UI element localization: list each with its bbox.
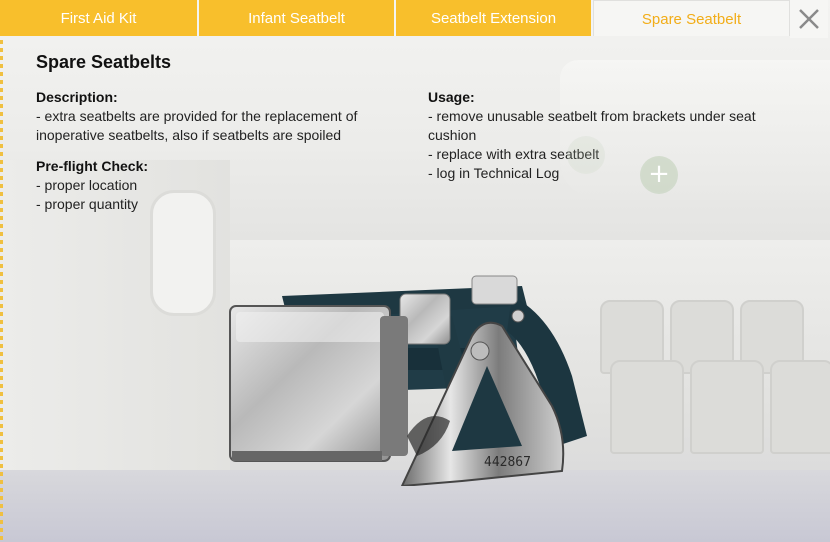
right-column: Usage: - remove unusable seatbelt from b… xyxy=(428,88,788,183)
close-icon xyxy=(799,9,819,29)
usage-line: - replace with extra seatbelt xyxy=(428,146,600,162)
usage-line: cushion xyxy=(428,127,477,143)
tab-bar: First Aid Kit Infant Seatbelt Seatbelt E… xyxy=(0,0,830,38)
left-column: Description: - extra seatbelts are provi… xyxy=(36,88,406,214)
preflight-line: - proper location xyxy=(36,177,138,193)
preflight-heading: Pre-flight Check: xyxy=(36,158,149,174)
page-title: Spare Seatbelts xyxy=(36,52,172,72)
spare-seatbelt-image: 442867 xyxy=(229,275,587,486)
plus-icon: + xyxy=(648,159,670,189)
usage-line: - remove unusable seatbelt from brackets… xyxy=(428,108,756,124)
serial-number: 442867 xyxy=(484,455,531,470)
cabin-seat xyxy=(770,360,830,454)
close-button[interactable] xyxy=(790,0,828,38)
tab-infant-seatbelt[interactable]: Infant Seatbelt xyxy=(199,0,396,36)
usage-line: - log in Technical Log xyxy=(428,165,560,181)
usage-heading: Usage: xyxy=(428,89,475,105)
description-heading: Description: xyxy=(36,89,118,105)
tab-spare-seatbelt[interactable]: Spare Seatbelt xyxy=(593,0,790,36)
tab-seatbelt-extension[interactable]: Seatbelt Extension xyxy=(396,0,593,36)
cabin-seat xyxy=(690,360,764,454)
cabin-seat xyxy=(610,360,684,454)
tab-first-aid-kit[interactable]: First Aid Kit xyxy=(0,0,199,36)
description-line: inoperative seatbelts, also if seatbelts… xyxy=(36,127,342,143)
left-edge-lights xyxy=(0,40,3,540)
description-line: - extra seatbelts are provided for the r… xyxy=(36,108,358,124)
hotspot-plus-button[interactable] xyxy=(567,136,605,174)
preflight-line: - proper quantity xyxy=(36,196,138,212)
plus-icon xyxy=(569,138,603,172)
hotspot-plus-button[interactable]: + xyxy=(640,156,678,194)
